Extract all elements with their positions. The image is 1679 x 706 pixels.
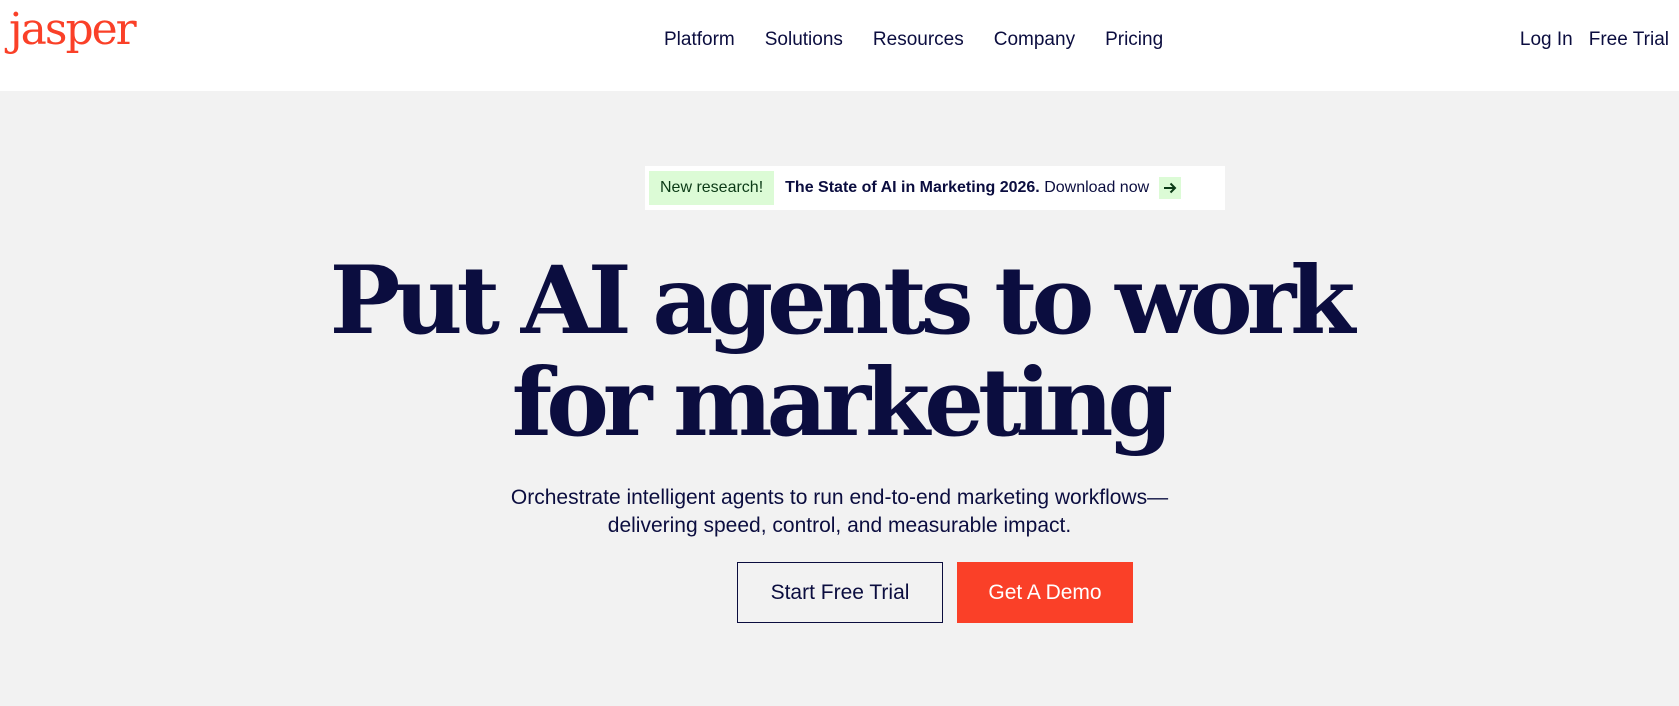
jasper-logo[interactable]: jasper: [9, 8, 137, 52]
nav-item-pricing[interactable]: Pricing: [1105, 29, 1163, 51]
nav-item-resources[interactable]: Resources: [873, 29, 964, 51]
main-nav: Platform Solutions Resources Company Pri…: [664, 29, 1163, 51]
nav-item-solutions[interactable]: Solutions: [765, 29, 843, 51]
hero-subtitle: Orchestrate intelligent agents to run en…: [0, 484, 1679, 540]
get-a-demo-button[interactable]: Get A Demo: [957, 562, 1133, 623]
nav-item-platform[interactable]: Platform: [664, 29, 735, 51]
nav-item-company[interactable]: Company: [994, 29, 1075, 51]
new-research-badge: New research!: [649, 171, 775, 205]
site-header: jasper Platform Solutions Resources Comp…: [0, 0, 1679, 91]
auth-links: Log In Free Trial: [1520, 29, 1669, 51]
hero-subtitle-line1: Orchestrate intelligent agents to run en…: [510, 486, 1169, 509]
login-link[interactable]: Log In: [1520, 29, 1573, 51]
download-now-link[interactable]: Download now: [1044, 179, 1149, 196]
hero-title-line1: Put AI agents to work: [329, 246, 1356, 356]
start-free-trial-button[interactable]: Start Free Trial: [737, 562, 943, 623]
research-banner[interactable]: New research! The State of AI in Marketi…: [645, 166, 1225, 210]
hero-subtitle-line2: delivering speed, control, and measurabl…: [607, 514, 1072, 537]
arrow-right-icon[interactable]: [1159, 177, 1182, 199]
banner-title: The State of AI in Marketing 2026.: [785, 179, 1040, 196]
hero-title-line2: for marketing: [511, 348, 1173, 458]
hero-title: Put AI agents to work for marketing: [0, 250, 1679, 454]
free-trial-link[interactable]: Free Trial: [1589, 29, 1669, 51]
banner-text: The State of AI in Marketing 2026. Downl…: [785, 179, 1149, 197]
